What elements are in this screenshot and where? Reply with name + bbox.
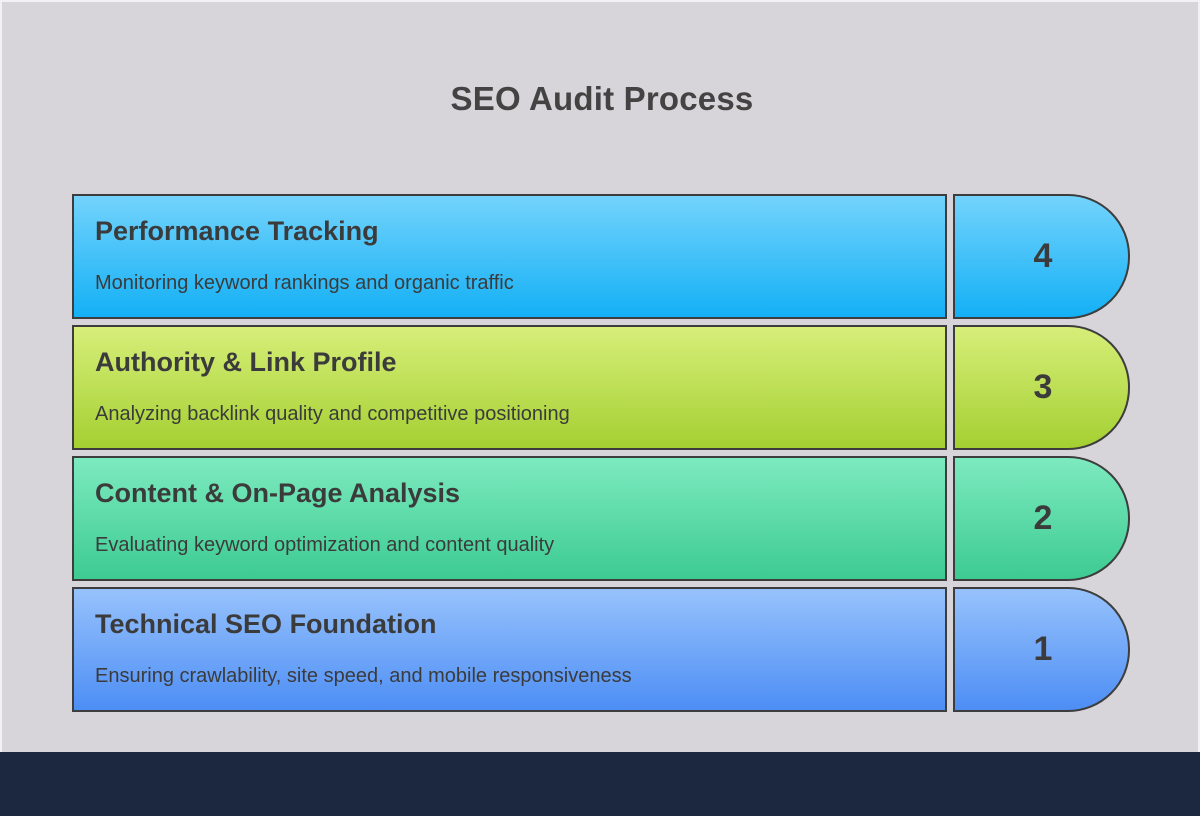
footer-bar	[0, 752, 1200, 816]
layer-3-title: Authority & Link Profile	[95, 347, 397, 377]
diagram-title: SEO Audit Process	[450, 80, 754, 117]
layer-3-number: 3	[1033, 368, 1053, 406]
layer-3-box: Authority & Link Profile Analyzing backl…	[72, 325, 947, 450]
layer-3: Authority & Link Profile Analyzing backl…	[72, 325, 1132, 450]
layer-4-number: 4	[1033, 237, 1053, 275]
layer-4-description: Monitoring keyword rankings and organic …	[95, 272, 514, 294]
layer-2: Content & On-Page Analysis Evaluating ke…	[72, 456, 1132, 581]
layer-1-number: 1	[1033, 630, 1053, 668]
layer-2-number-tab: 2	[953, 456, 1130, 581]
layer-2-description: Evaluating keyword optimization and cont…	[95, 534, 555, 556]
layer-4-number-tab: 4	[953, 194, 1130, 319]
layer-4-title: Performance Tracking	[95, 216, 379, 246]
layer-2-box: Content & On-Page Analysis Evaluating ke…	[72, 456, 947, 581]
layer-1-title: Technical SEO Foundation	[95, 609, 437, 639]
layer-1: Technical SEO Foundation Ensuring crawla…	[72, 587, 1132, 712]
layer-3-number-tab: 3	[953, 325, 1130, 450]
layer-3-description: Analyzing backlink quality and competiti…	[95, 403, 570, 425]
layer-4-box: Performance Tracking Monitoring keyword …	[72, 194, 947, 319]
layer-4: Performance Tracking Monitoring keyword …	[72, 194, 1132, 319]
layer-1-number-tab: 1	[953, 587, 1130, 712]
layer-1-description: Ensuring crawlability, site speed, and m…	[95, 665, 632, 687]
layer-2-title: Content & On-Page Analysis	[95, 478, 461, 508]
diagram-canvas: SEO Audit Process Performance Tracking M…	[0, 0, 1200, 752]
layer-1-box: Technical SEO Foundation Ensuring crawla…	[72, 587, 947, 712]
layer-2-number: 2	[1033, 499, 1053, 537]
